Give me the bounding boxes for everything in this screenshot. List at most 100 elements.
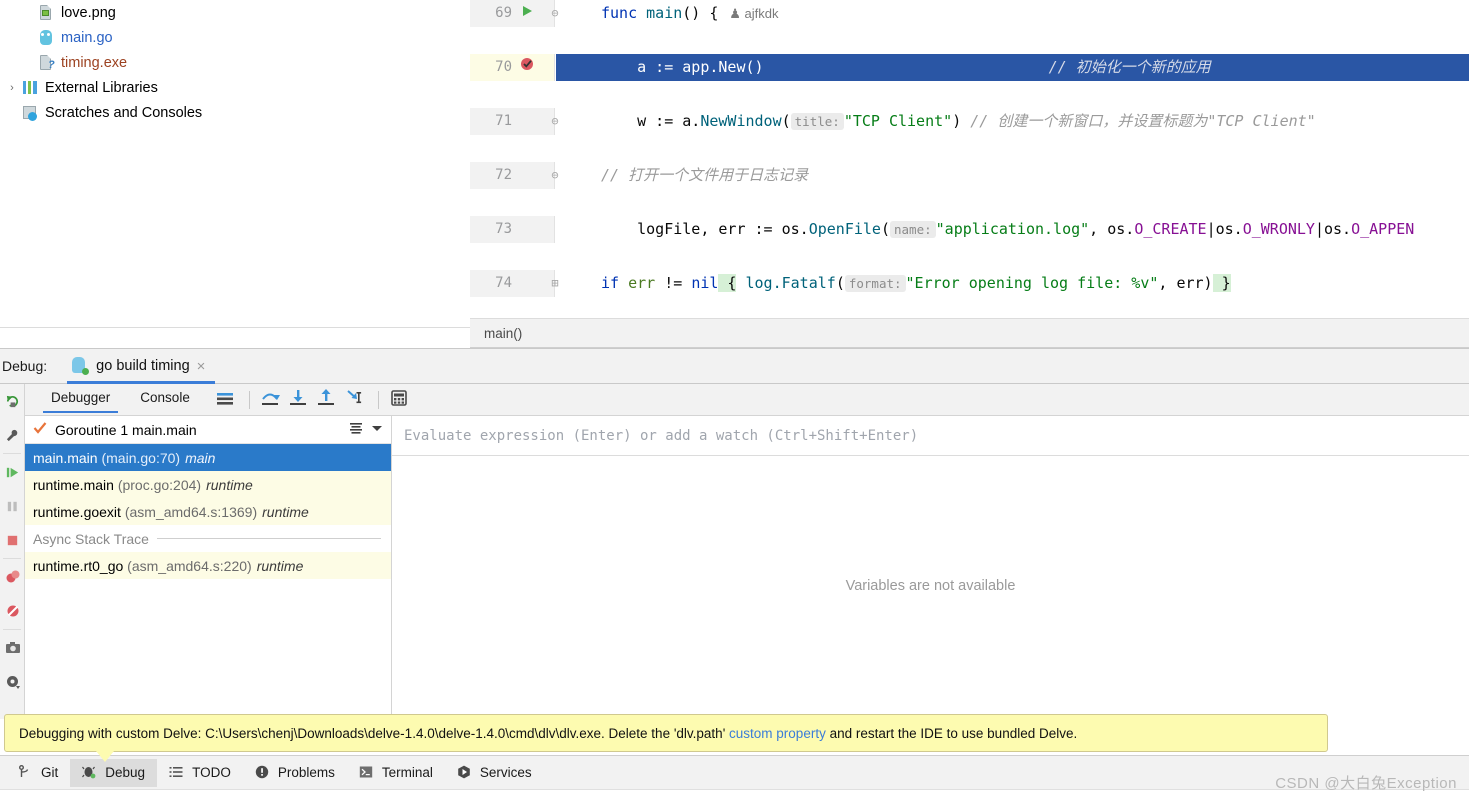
tree-item-label: Scratches and Consoles — [45, 104, 203, 121]
thread-selector[interactable]: Goroutine 1 main.main — [25, 416, 391, 444]
debug-tool-window: Debugger Console Goroutine 1 main.main m… — [0, 384, 1469, 719]
status-item-label: Services — [479, 765, 532, 780]
status-item-problems[interactable]: Problems — [243, 759, 347, 787]
image-file-icon — [36, 4, 56, 22]
status-item-todo[interactable]: TODO — [157, 759, 243, 787]
chevron-right-icon[interactable]: › — [4, 82, 20, 94]
run-to-cursor-icon[interactable] — [343, 387, 369, 413]
git-branch-icon — [18, 764, 34, 781]
tree-item-external-libraries[interactable]: › External Libraries — [0, 75, 470, 100]
frame-name: runtime.main — [33, 476, 114, 493]
todo-list-icon — [169, 765, 185, 781]
code-text: func main() { ♟ ajfkdk — [556, 0, 778, 27]
frames-panel: Goroutine 1 main.main main.main (main.go… — [25, 416, 392, 719]
code-line-selected: 70 a := app.New()// 初始化一个新的应用 — [470, 27, 1469, 81]
go-run-config-icon — [71, 357, 90, 375]
status-item-terminal[interactable]: Terminal — [347, 759, 445, 787]
project-pane-bottom-strip — [0, 327, 470, 348]
async-separator-label: Async Stack Trace — [33, 530, 149, 547]
mute-breakpoints-icon[interactable] — [0, 594, 25, 628]
tree-item-love-png[interactable]: love.png — [0, 0, 470, 25]
status-item-label: TODO — [192, 765, 231, 780]
stack-frame-row[interactable]: runtime.rt0_go (asm_amd64.s:220) runtime — [25, 552, 391, 579]
debug-tool-window-header: Debug: go build timing × — [0, 348, 1469, 384]
layout-settings-icon[interactable] — [214, 387, 240, 413]
step-over-icon[interactable] — [259, 387, 285, 413]
settings-icon[interactable] — [0, 665, 25, 699]
view-breakpoints-icon[interactable] — [0, 560, 25, 594]
frame-location: (main.go:70) — [101, 449, 181, 466]
tab-console[interactable]: Console — [126, 386, 204, 413]
check-icon — [33, 421, 47, 438]
stop-icon[interactable] — [0, 523, 25, 557]
frame-location: (asm_amd64.s:220) — [127, 557, 252, 574]
resume-program-icon[interactable] — [0, 455, 25, 489]
stack-frame-row[interactable]: main.main (main.go:70) main — [25, 444, 391, 471]
step-into-icon[interactable] — [287, 387, 313, 413]
frame-name: main.main — [33, 449, 98, 466]
code-editor[interactable]: 69 ⊖ func main() { ♟ ajfkdk 70 a := app.… — [470, 0, 1469, 318]
step-out-icon[interactable] — [315, 387, 341, 413]
tab-label: Console — [140, 390, 190, 405]
debugger-toolbar: Debugger Console — [25, 384, 1469, 416]
tree-item-label: External Libraries — [45, 79, 158, 96]
tree-item-label: main.go — [61, 29, 113, 46]
breadcrumb-label: main() — [484, 325, 523, 341]
filter-icon[interactable] — [349, 421, 363, 438]
pause-program-icon[interactable] — [0, 489, 25, 523]
project-tool-window: love.png main.go ? timing.exe › External… — [0, 0, 470, 327]
status-item-git[interactable]: Git — [6, 759, 70, 787]
debug-title: Debug: — [2, 358, 48, 374]
run-config-name: go build timing — [96, 358, 190, 374]
code-line: 71 ⊖ w := a.NewWindow(title: "TCP Client"… — [470, 54, 1469, 135]
custom-property-link[interactable]: custom property — [729, 726, 826, 741]
tab-debugger[interactable]: Debugger — [37, 386, 124, 413]
code-vcs-author: ♟ — [718, 6, 745, 21]
scratches-icon — [20, 104, 40, 122]
problems-warning-icon — [255, 765, 271, 781]
code-line: 78 err := logFile.Close() — [470, 189, 1469, 216]
tree-item-timing-exe[interactable]: ? timing.exe — [0, 50, 470, 75]
code-line: 82 ⊖ }(logFile) — [470, 243, 1469, 270]
divider — [3, 558, 21, 559]
tree-item-label: timing.exe — [61, 54, 128, 71]
debug-bug-icon — [82, 765, 98, 781]
frame-name: runtime.rt0_go — [33, 557, 124, 574]
evaluate-expression-icon[interactable] — [388, 387, 414, 413]
frame-location: (proc.go:204) — [117, 476, 202, 493]
edit-configurations-icon[interactable] — [0, 418, 25, 452]
run-configuration-tab[interactable]: go build timing × — [67, 349, 216, 384]
code-line: 74 ⊞ if err != nil { log.Fatalf(format: "… — [470, 135, 1469, 297]
editor-breadcrumb[interactable]: main() — [470, 318, 1469, 348]
async-stack-trace-separator: Async Stack Trace — [25, 525, 391, 552]
separator-rule — [156, 538, 381, 539]
status-item-label: Terminal — [381, 765, 433, 780]
eval-placeholder: Evaluate expression (Enter) or add a wat… — [404, 427, 919, 444]
watermark: CSDN @大白兔Exception — [1275, 775, 1457, 792]
status-item-label: Debug — [105, 765, 146, 780]
rerun-icon[interactable] — [0, 384, 25, 418]
stack-frame-row[interactable]: runtime.main (proc.go:204) runtime — [25, 471, 391, 498]
screenshot-icon[interactable] — [0, 631, 25, 665]
evaluate-expression-input[interactable]: Evaluate expression (Enter) or add a wat… — [392, 416, 1469, 456]
variables-panel: Evaluate expression (Enter) or add a wat… — [392, 416, 1469, 719]
frame-module: main — [185, 449, 216, 466]
status-item-debug[interactable]: Debug — [70, 758, 158, 787]
tree-item-scratches-and-consoles[interactable]: Scratches and Consoles — [0, 100, 470, 125]
divider — [3, 453, 21, 454]
delve-notification-balloon: Debugging with custom Delve: C:\Users\ch… — [4, 714, 1328, 752]
tree-item-main-go[interactable]: main.go — [0, 25, 470, 50]
empty-label: Variables are not available — [845, 578, 1016, 594]
stack-frame-row[interactable]: runtime.goexit (asm_amd64.s:1369) runtim… — [25, 498, 391, 525]
code-token-function: main — [646, 4, 683, 22]
divider — [377, 390, 379, 409]
ide-window: love.png main.go ? timing.exe › External… — [0, 0, 1469, 805]
chevron-down-icon[interactable] — [371, 422, 383, 437]
line-number: 69 — [495, 5, 512, 21]
run-gutter-icon[interactable] — [516, 0, 538, 27]
code-line: 73 logFile, err := os.OpenFile(name: "app… — [470, 108, 1469, 243]
close-icon[interactable]: × — [197, 358, 206, 375]
status-item-services[interactable]: Services — [445, 759, 544, 787]
divider — [3, 629, 21, 630]
code-line: 72 ⊖ // 打开一个文件用于日志记录 — [470, 81, 1469, 189]
